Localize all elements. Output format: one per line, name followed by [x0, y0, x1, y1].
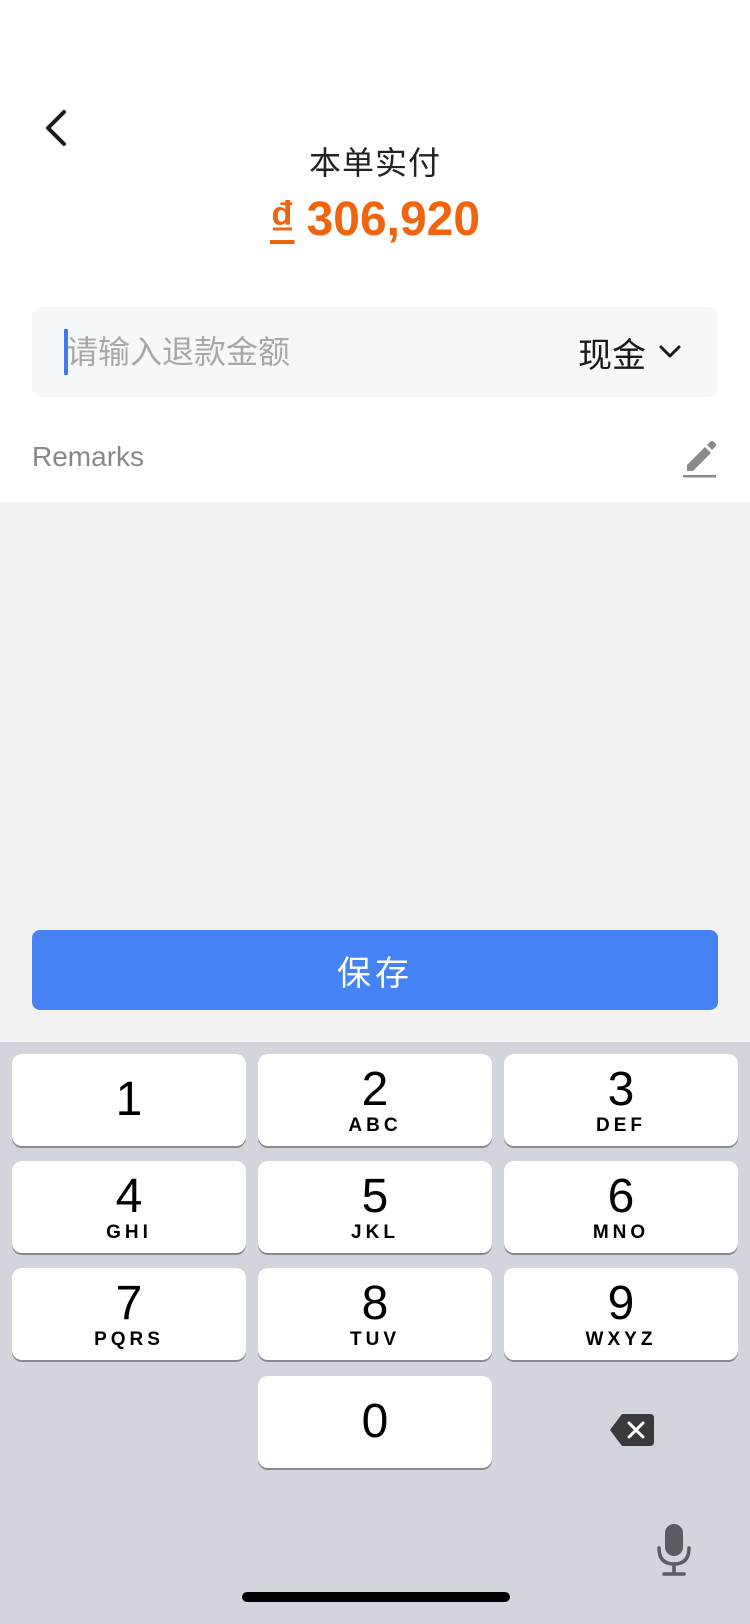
- pencil-icon[interactable]: [680, 435, 718, 479]
- key-2[interactable]: 2 ABC: [258, 1054, 492, 1146]
- key-digit: 4: [115, 1170, 143, 1223]
- key-digit: 1: [115, 1073, 143, 1126]
- key-7[interactable]: 7 PQRS: [12, 1268, 246, 1360]
- key-0[interactable]: 0: [258, 1376, 492, 1468]
- payment-method-label: 现金: [578, 336, 646, 375]
- backspace-icon: [610, 1414, 654, 1446]
- key-letters: WXYZ: [585, 1329, 657, 1350]
- numeric-keypad: 1 2 ABC 3 DEF 4 GHI 5 JKL 6 MNO 7 PQRS 8…: [0, 1042, 750, 1624]
- key-8[interactable]: 8 TUV: [258, 1268, 492, 1360]
- home-indicator: [242, 1592, 510, 1602]
- key-digit: 2: [361, 1063, 389, 1116]
- key-digit: 5: [361, 1170, 389, 1223]
- key-9[interactable]: 9 WXYZ: [504, 1268, 738, 1360]
- microphone-icon: [657, 1524, 691, 1576]
- key-letters: ABC: [348, 1115, 402, 1136]
- key-digit: 8: [361, 1277, 389, 1330]
- key-letters: TUV: [350, 1329, 400, 1350]
- key-digit: 3: [607, 1063, 635, 1116]
- payment-method-select[interactable]: 现金: [578, 307, 682, 397]
- text-caret: [64, 329, 68, 375]
- key-digit: 9: [607, 1277, 635, 1330]
- key-digit: 0: [361, 1395, 389, 1448]
- key-letters: GHI: [106, 1222, 152, 1243]
- chevron-down-icon: [659, 345, 681, 358]
- key-5[interactable]: 5 JKL: [258, 1161, 492, 1253]
- currency-symbol: ₫: [269, 193, 295, 246]
- backspace-key[interactable]: [600, 1400, 664, 1460]
- remarks-label: Remarks: [32, 441, 145, 472]
- key-digit: 7: [115, 1277, 143, 1330]
- key-digit: 6: [607, 1170, 635, 1223]
- key-4[interactable]: 4 GHI: [12, 1161, 246, 1253]
- remarks-row[interactable]: Remarks: [32, 422, 718, 492]
- dictation-button[interactable]: [652, 1520, 696, 1580]
- key-1[interactable]: 1: [12, 1054, 246, 1146]
- key-letters: DEF: [596, 1115, 646, 1136]
- key-letters: JKL: [351, 1222, 399, 1243]
- key-letters: MNO: [592, 1222, 650, 1243]
- save-button[interactable]: 保存: [32, 930, 718, 1010]
- page-title: 本单实付: [308, 145, 441, 181]
- key-3[interactable]: 3 DEF: [504, 1054, 738, 1146]
- refund-page: 本单实付 ₫306,920 现金 Remarks 保存 1 2 ABC: [0, 0, 750, 1624]
- paid-amount: ₫ 306,920: [0, 192, 750, 247]
- refund-amount-field: 现金: [32, 307, 718, 397]
- refund-amount-input[interactable]: [64, 307, 506, 397]
- amount-value: 306,920: [306, 193, 481, 246]
- key-letters: PQRS: [94, 1329, 164, 1350]
- key-6[interactable]: 6 MNO: [504, 1161, 738, 1253]
